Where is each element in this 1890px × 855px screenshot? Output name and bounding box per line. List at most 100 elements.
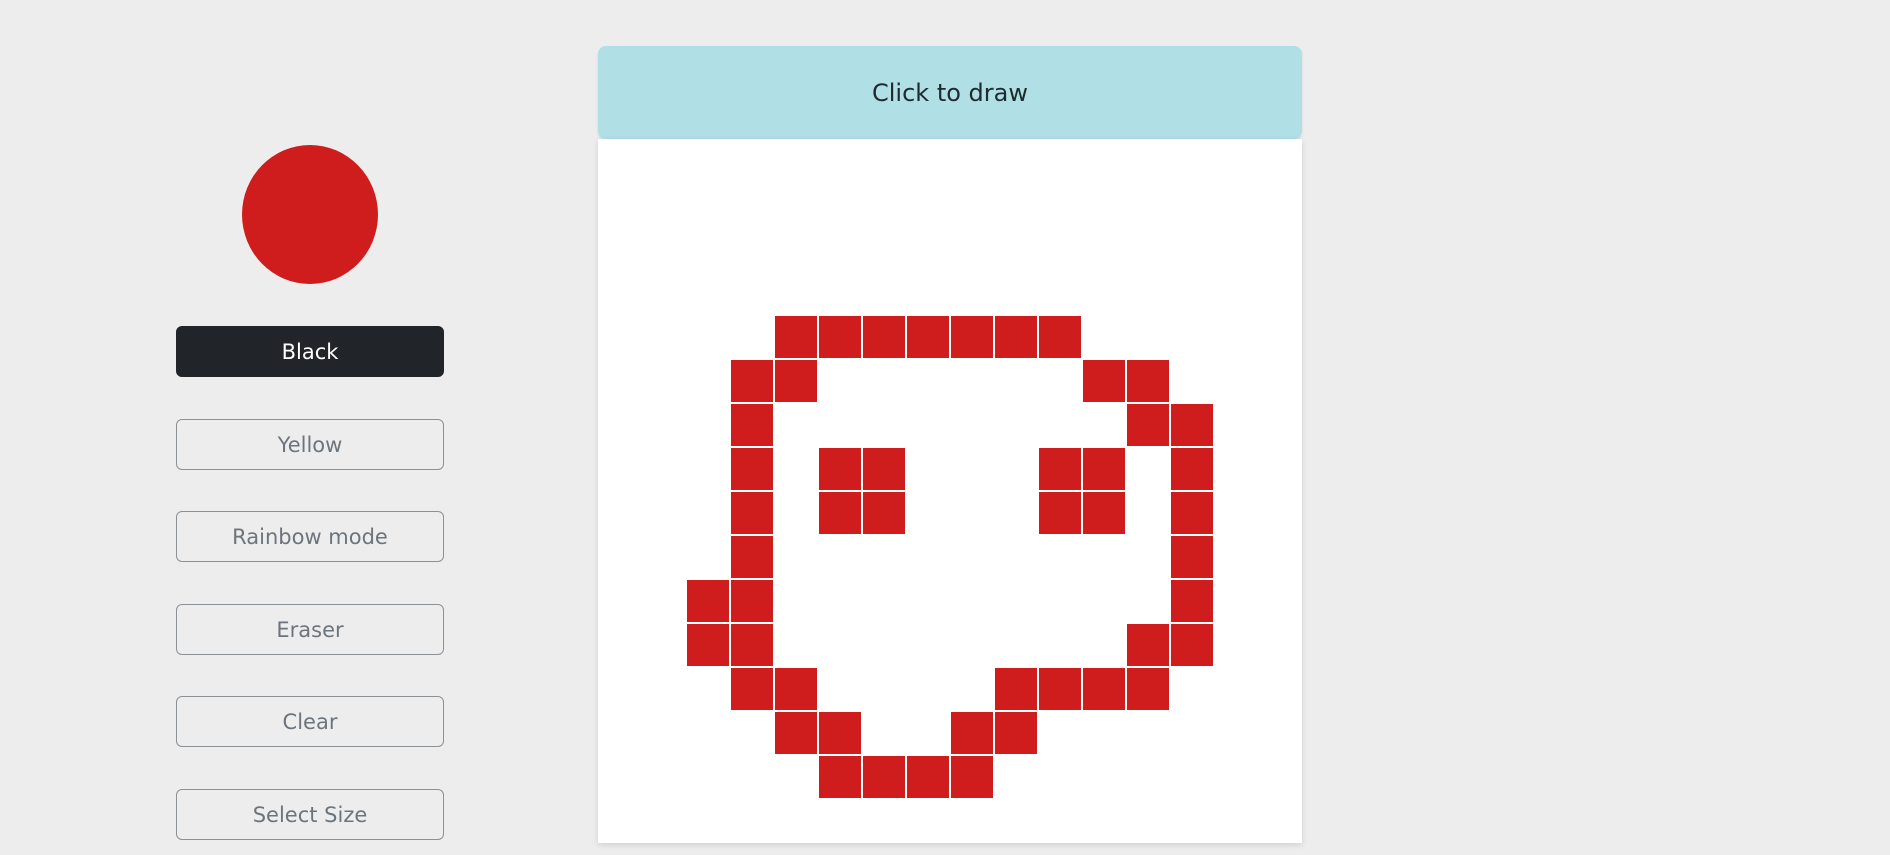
- black-button[interactable]: Black: [176, 326, 444, 377]
- grid-cell[interactable]: [1258, 139, 1302, 183]
- grid-cell[interactable]: [1126, 799, 1170, 843]
- grid-cell[interactable]: [906, 535, 950, 579]
- grid-cell[interactable]: [906, 623, 950, 667]
- grid-cell[interactable]: [818, 711, 862, 755]
- grid-cell[interactable]: [1170, 535, 1214, 579]
- grid-cell[interactable]: [598, 183, 642, 227]
- grid-cell[interactable]: [1258, 271, 1302, 315]
- grid-cell[interactable]: [686, 711, 730, 755]
- grid-cell[interactable]: [1214, 623, 1258, 667]
- grid-cell[interactable]: [730, 755, 774, 799]
- grid-cell[interactable]: [1126, 579, 1170, 623]
- grid-cell[interactable]: [730, 535, 774, 579]
- grid-cell[interactable]: [1258, 315, 1302, 359]
- grid-cell[interactable]: [1214, 359, 1258, 403]
- grid-cell[interactable]: [774, 623, 818, 667]
- grid-cell[interactable]: [1258, 491, 1302, 535]
- grid-cell[interactable]: [1258, 359, 1302, 403]
- grid-cell[interactable]: [1214, 755, 1258, 799]
- grid-cell[interactable]: [818, 579, 862, 623]
- grid-cell[interactable]: [1038, 667, 1082, 711]
- grid-cell[interactable]: [1214, 799, 1258, 843]
- grid-cell[interactable]: [686, 755, 730, 799]
- grid-cell[interactable]: [598, 711, 642, 755]
- grid-cell[interactable]: [774, 227, 818, 271]
- grid-cell[interactable]: [774, 755, 818, 799]
- grid-cell[interactable]: [1038, 623, 1082, 667]
- grid-cell[interactable]: [598, 315, 642, 359]
- grid-cell[interactable]: [1170, 227, 1214, 271]
- grid-cell[interactable]: [906, 447, 950, 491]
- grid-cell[interactable]: [598, 271, 642, 315]
- grid-cell[interactable]: [906, 271, 950, 315]
- grid-cell[interactable]: [774, 667, 818, 711]
- grid-cell[interactable]: [598, 447, 642, 491]
- grid-cell[interactable]: [1258, 755, 1302, 799]
- grid-cell[interactable]: [906, 491, 950, 535]
- grid-cell[interactable]: [1126, 227, 1170, 271]
- grid-cell[interactable]: [642, 139, 686, 183]
- grid-cell[interactable]: [642, 183, 686, 227]
- grid-cell[interactable]: [1082, 447, 1126, 491]
- grid-cell[interactable]: [1170, 623, 1214, 667]
- grid-cell[interactable]: [686, 799, 730, 843]
- grid-cell[interactable]: [1214, 139, 1258, 183]
- grid-cell[interactable]: [818, 667, 862, 711]
- grid-cell[interactable]: [1214, 183, 1258, 227]
- grid-cell[interactable]: [1038, 711, 1082, 755]
- grid-cell[interactable]: [1258, 799, 1302, 843]
- grid-cell[interactable]: [686, 535, 730, 579]
- grid-cell[interactable]: [642, 579, 686, 623]
- grid-cell[interactable]: [1038, 403, 1082, 447]
- grid-cell[interactable]: [1082, 535, 1126, 579]
- grid-cell[interactable]: [774, 491, 818, 535]
- grid-cell[interactable]: [818, 227, 862, 271]
- grid-cell[interactable]: [818, 535, 862, 579]
- grid-cell[interactable]: [598, 403, 642, 447]
- grid-cell[interactable]: [994, 491, 1038, 535]
- grid-cell[interactable]: [730, 183, 774, 227]
- grid-cell[interactable]: [1082, 667, 1126, 711]
- grid-cell[interactable]: [1258, 711, 1302, 755]
- grid-cell[interactable]: [818, 755, 862, 799]
- grid-cell[interactable]: [862, 271, 906, 315]
- grid-cell[interactable]: [950, 491, 994, 535]
- grid-cell[interactable]: [818, 139, 862, 183]
- pixel-grid[interactable]: [598, 139, 1302, 843]
- grid-cell[interactable]: [1126, 183, 1170, 227]
- grid-cell[interactable]: [994, 579, 1038, 623]
- grid-cell[interactable]: [1214, 227, 1258, 271]
- grid-cell[interactable]: [598, 623, 642, 667]
- grid-cell[interactable]: [642, 667, 686, 711]
- grid-cell[interactable]: [1082, 183, 1126, 227]
- grid-cell[interactable]: [994, 403, 1038, 447]
- grid-cell[interactable]: [642, 271, 686, 315]
- grid-cell[interactable]: [1082, 315, 1126, 359]
- grid-cell[interactable]: [774, 183, 818, 227]
- eraser-button[interactable]: Eraser: [176, 604, 444, 655]
- grid-cell[interactable]: [1258, 183, 1302, 227]
- rainbow-mode-button[interactable]: Rainbow mode: [176, 511, 444, 562]
- grid-cell[interactable]: [642, 535, 686, 579]
- grid-cell[interactable]: [906, 227, 950, 271]
- grid-cell[interactable]: [906, 183, 950, 227]
- grid-cell[interactable]: [950, 711, 994, 755]
- grid-cell[interactable]: [1082, 623, 1126, 667]
- grid-cell[interactable]: [1082, 755, 1126, 799]
- grid-cell[interactable]: [598, 139, 642, 183]
- grid-cell[interactable]: [862, 491, 906, 535]
- grid-cell[interactable]: [818, 447, 862, 491]
- grid-cell[interactable]: [818, 271, 862, 315]
- grid-cell[interactable]: [730, 623, 774, 667]
- grid-cell[interactable]: [994, 271, 1038, 315]
- grid-cell[interactable]: [774, 799, 818, 843]
- grid-cell[interactable]: [730, 403, 774, 447]
- grid-cell[interactable]: [642, 359, 686, 403]
- grid-cell[interactable]: [774, 139, 818, 183]
- grid-cell[interactable]: [730, 447, 774, 491]
- grid-cell[interactable]: [994, 535, 1038, 579]
- grid-cell[interactable]: [862, 623, 906, 667]
- grid-cell[interactable]: [598, 799, 642, 843]
- select-size-button[interactable]: Select Size: [176, 789, 444, 840]
- grid-cell[interactable]: [862, 711, 906, 755]
